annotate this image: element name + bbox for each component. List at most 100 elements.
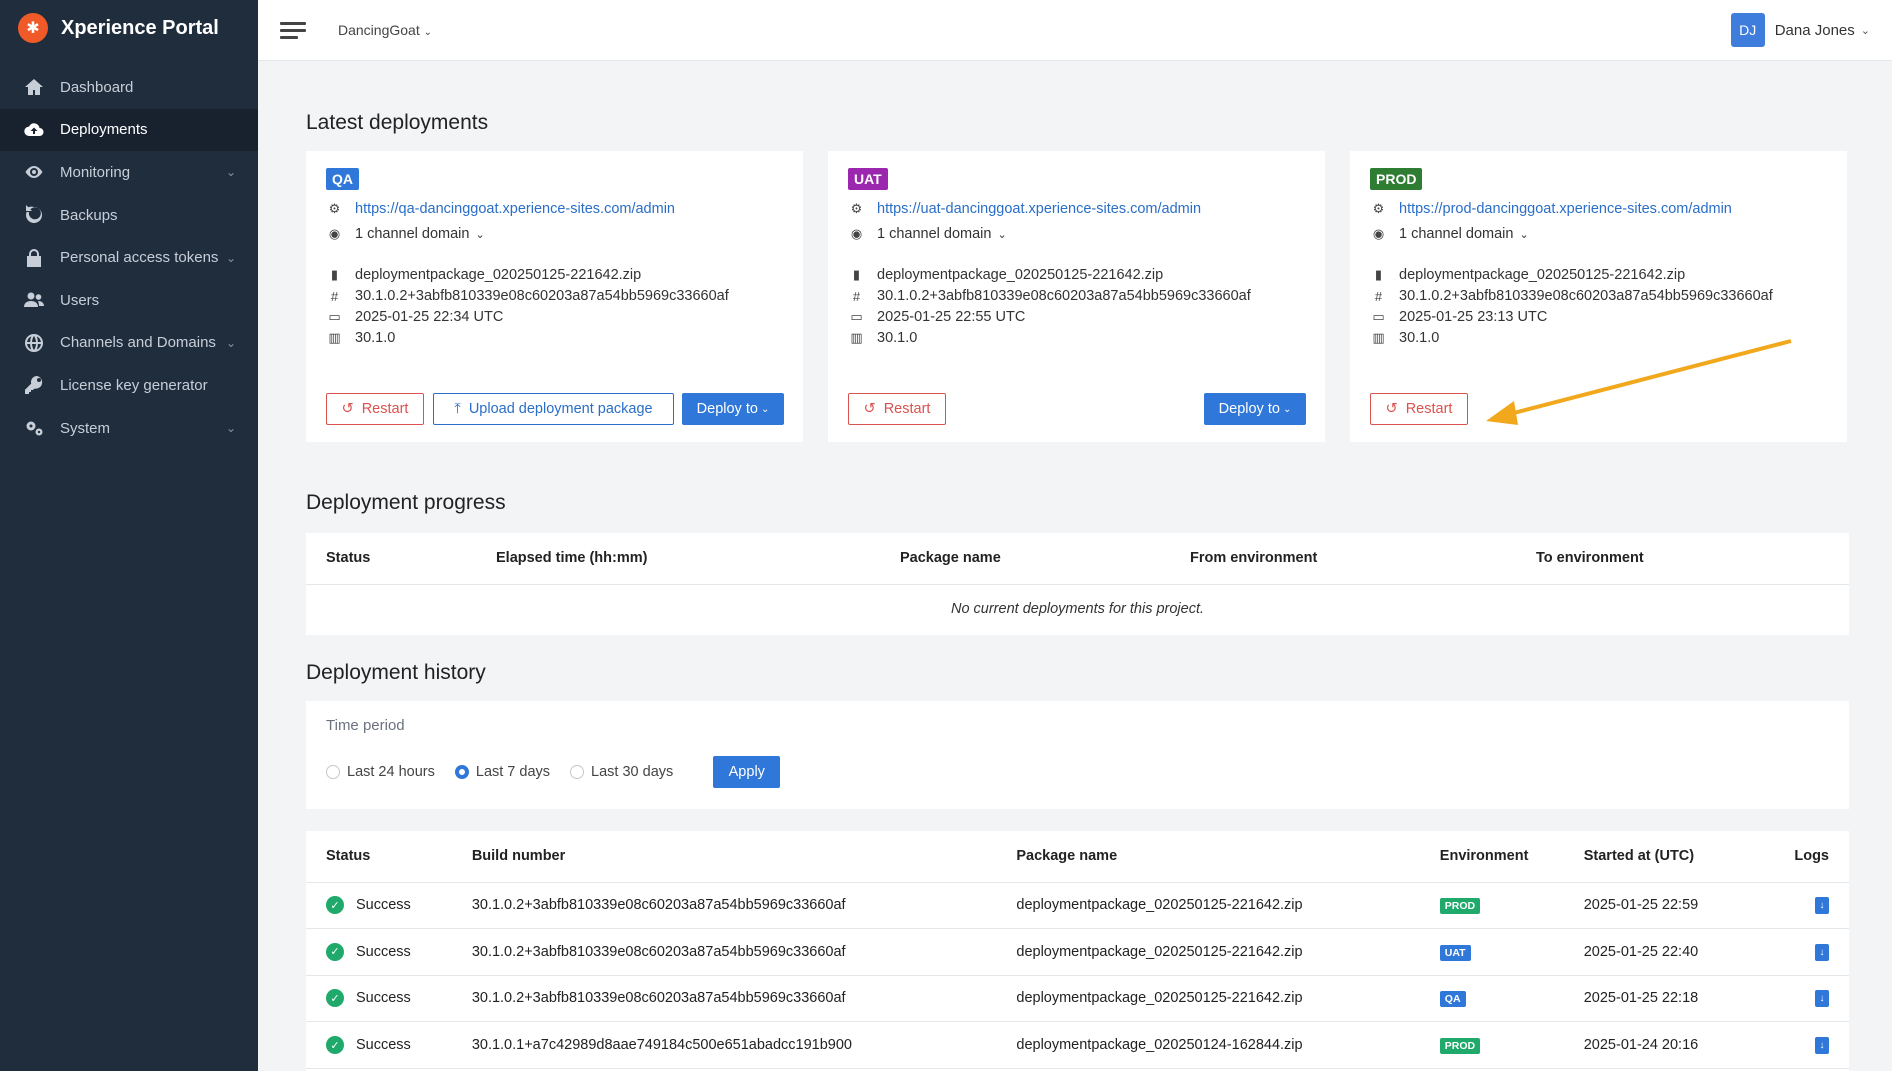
channel-domain-dropdown[interactable]: ◉ 1 channel domain ⌄ <box>326 226 485 242</box>
avatar: DJ <box>1730 13 1765 47</box>
menu-toggle-icon[interactable] <box>280 18 306 43</box>
status-text: Success <box>356 897 411 914</box>
channel-domain-dropdown[interactable]: ◉ 1 channel domain ⌄ <box>848 226 1007 242</box>
channel-domain-label: 1 channel domain <box>877 226 992 242</box>
upload-icon: ⤒ <box>454 401 461 417</box>
time-period-filter: Time period Last 24 hours Last 7 days Last… <box>306 701 1849 809</box>
table-row: ✓ Success 30.1.0.2+3abfb810339e08c60203a87… <box>306 882 1849 930</box>
sidebar-item-system[interactable]: System ⌄ <box>0 407 258 450</box>
admin-url-link[interactable]: https://prod-dancinggoat.xperience-sites… <box>1399 201 1732 217</box>
status-text: Success <box>356 943 411 960</box>
time-period-option[interactable]: Last 7 days <box>454 764 551 780</box>
upload-deployment-package-button[interactable]: ⤒ Upload deployment package <box>433 393 674 425</box>
users-icon <box>22 289 46 311</box>
build-number: 30.1.0.2+3abfb810339e08c60203a87a54bb596… <box>451 928 997 976</box>
file-icon: ▮ <box>852 267 861 282</box>
sidebar-item-users[interactable]: Users <box>0 279 258 322</box>
user-menu[interactable]: DJ Dana Jones ⌄ <box>1730 13 1870 47</box>
package-name: deploymentpackage_020250124-162844.zip <box>996 1021 1420 1069</box>
environment-badge: UAT <box>848 168 888 190</box>
sidebar-item-label: Dashboard <box>60 78 134 96</box>
restart-button[interactable]: ↺ Restart <box>326 393 424 425</box>
sidebar-item-label: Deployments <box>60 121 148 139</box>
time-period-option[interactable]: Last 30 days <box>570 764 673 780</box>
environment-badge: QA <box>1439 991 1466 1008</box>
chevron-down-icon: ⌄ <box>997 228 1007 241</box>
restart-icon: ↺ <box>341 401 354 417</box>
restart-button[interactable]: ↺ Restart <box>848 393 946 425</box>
download-log-icon[interactable]: ↓ <box>1815 990 1829 1008</box>
chevron-down-icon: ⌄ <box>475 228 485 241</box>
project-selector[interactable]: DancingGoat ⌄ <box>338 22 432 38</box>
package-name: deploymentpackage_020250125-221642.zip <box>996 882 1420 930</box>
sidebar-item-deployments[interactable]: Deployments <box>0 108 258 152</box>
download-log-icon[interactable]: ↓ <box>1815 1037 1829 1055</box>
deploy-date: 2025-01-25 22:55 UTC <box>877 309 1026 325</box>
package-name: deploymentpackage_020250125-221642.zip <box>996 928 1420 976</box>
gears-icon: ⚙ <box>1372 201 1385 216</box>
restart-button[interactable]: ↺ Restart <box>1370 393 1468 425</box>
chevron-down-icon: ⌄ <box>760 403 770 415</box>
table-row: ✓ Success 30.1.0.2+3abfb810339e08c60203a87… <box>306 975 1849 1023</box>
deployment-history-table: Status Build number Package name Environmen… <box>306 831 1849 1071</box>
environment-badge: QA <box>326 168 359 190</box>
deploy-to-button[interactable]: Deploy to ⌄ <box>1204 393 1306 425</box>
brand[interactable]: ✱ Xperience Portal <box>0 0 258 56</box>
annotation-arrow <box>1486 339 1792 425</box>
sidebar-item-channels-and-domains[interactable]: Channels and Domains ⌄ <box>0 322 258 365</box>
version-icon: ▥ <box>1372 330 1385 345</box>
latest-deployments-title: Latest deployments <box>306 111 489 134</box>
user-name: Dana Jones <box>1774 21 1855 39</box>
calendar-icon: ▭ <box>328 309 341 324</box>
status-text: Success <box>356 990 411 1007</box>
channel-domain-dropdown[interactable]: ◉ 1 channel domain ⌄ <box>1370 226 1529 242</box>
environment-badge: PROD <box>1370 168 1423 190</box>
sidebar-item-license-key-generator[interactable]: License key generator <box>0 364 258 407</box>
apply-button[interactable]: Apply <box>713 756 781 788</box>
chevron-down-icon: ⌄ <box>225 165 236 180</box>
sidebar-item-label: Personal access tokens <box>60 249 219 267</box>
deploy-date: 2025-01-25 23:13 UTC <box>1399 309 1548 325</box>
download-log-icon[interactable]: ↓ <box>1815 943 1829 961</box>
sidebar-item-backups[interactable]: Backups <box>0 194 258 237</box>
lock-icon <box>22 247 46 269</box>
option-label: Last 7 days <box>475 764 551 780</box>
column-header: Status <box>306 533 476 585</box>
option-label: Last 24 hours <box>347 764 435 780</box>
gears-icon: ⚙ <box>850 201 863 216</box>
package-name: deploymentpackage_020250125-221642.zip <box>1399 267 1686 283</box>
build-number: 30.1.0.2+3abfb810339e08c60203a87a54bb596… <box>451 882 997 930</box>
sidebar-item-monitoring[interactable]: Monitoring ⌄ <box>0 151 258 194</box>
build-number: 30.1.0.2+3abfb810339e08c60203a87a54bb596… <box>1399 288 1773 304</box>
environment-badge: PROD <box>1439 898 1481 915</box>
sidebar-item-label: System <box>60 419 111 437</box>
deployment-card-uat: UAT ⚙ https://uat-dancinggoat.xperience-si… <box>828 151 1325 442</box>
admin-url-link[interactable]: https://qa-dancinggoat.xperience-sites.c… <box>355 201 675 217</box>
started-at: 2025-01-24 20:16 <box>1563 1021 1775 1069</box>
build-number: 30.1.0.2+3abfb810339e08c60203a87a54bb596… <box>355 288 729 304</box>
package-name: deploymentpackage_020250125-221642.zip <box>996 975 1420 1023</box>
radio-button[interactable] <box>454 765 469 779</box>
time-period-option[interactable]: Last 24 hours <box>326 764 435 780</box>
deploy-date: 2025-01-25 22:34 UTC <box>355 309 504 325</box>
build-number: 30.1.0.2+3abfb810339e08c60203a87a54bb596… <box>451 975 997 1023</box>
sidebar-item-label: Users <box>60 291 100 309</box>
download-log-icon[interactable]: ↓ <box>1815 897 1829 915</box>
file-icon: ▮ <box>1374 267 1383 282</box>
gears-icon <box>22 417 46 439</box>
cloud-upload-icon <box>22 119 46 141</box>
deploy-to-button[interactable]: Deploy to ⌄ <box>682 393 784 425</box>
chevron-down-icon: ⌄ <box>225 335 236 350</box>
sidebar-item-dashboard[interactable]: Dashboard <box>0 66 258 109</box>
radio-button[interactable] <box>570 765 585 779</box>
environment-badge: UAT <box>1439 944 1471 961</box>
sidebar-item-personal-access-tokens[interactable]: Personal access tokens ⌄ <box>0 236 258 279</box>
version: 30.1.0 <box>877 330 918 346</box>
deployment-history-title: Deployment history <box>306 661 486 684</box>
key-icon <box>22 374 46 396</box>
version-icon: ▥ <box>328 330 341 345</box>
column-header: Elapsed time (hh:mm) <box>476 533 880 585</box>
sidebar-nav: Dashboard Deployments Monitoring ⌄ Backups Pe… <box>0 66 258 449</box>
admin-url-link[interactable]: https://uat-dancinggoat.xperience-sites.… <box>877 201 1201 217</box>
radio-button[interactable] <box>326 765 340 779</box>
